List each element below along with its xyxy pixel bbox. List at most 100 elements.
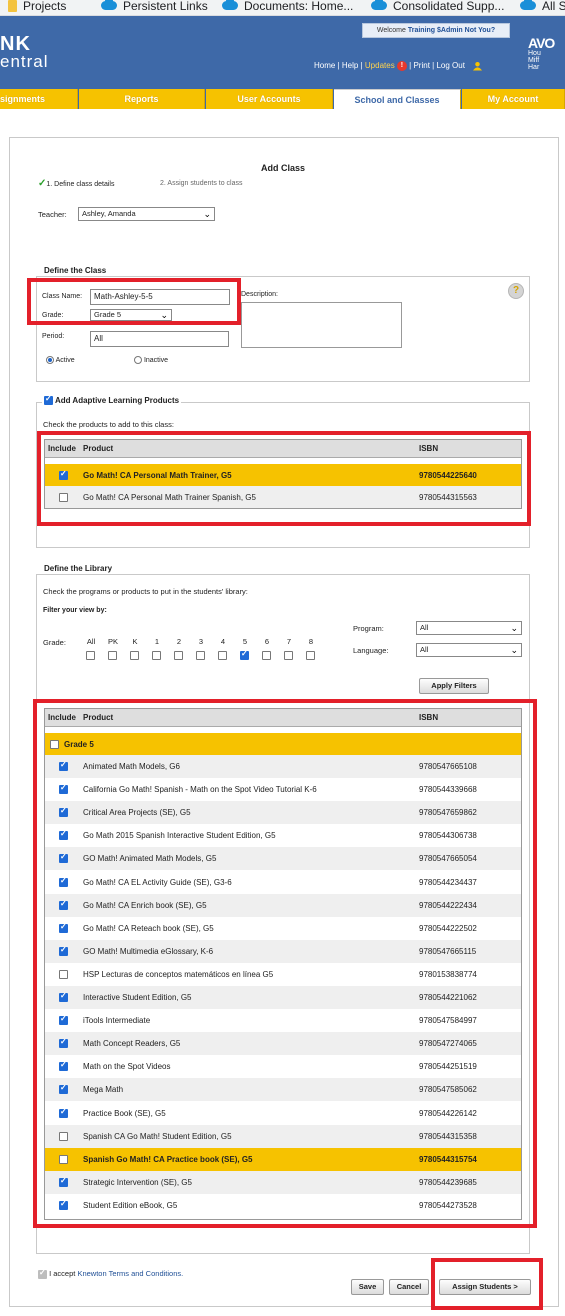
grade-filter-label: 1 bbox=[154, 637, 160, 646]
chevron-down-icon: ⌄ bbox=[510, 645, 518, 655]
publisher-logo: AVO Hou Miff Har bbox=[528, 35, 555, 71]
tab-user-accounts[interactable]: User Accounts bbox=[206, 89, 333, 109]
grade-filter-label: K bbox=[132, 637, 138, 646]
grade-filter-option[interactable]: 1 bbox=[149, 637, 165, 660]
home-link[interactable]: Home bbox=[314, 61, 335, 70]
apply-filters-button[interactable]: Apply Filters bbox=[419, 678, 489, 694]
main-tabs: signments Reports User Accounts School a… bbox=[0, 89, 565, 109]
help-link[interactable]: Help bbox=[342, 61, 358, 70]
highlight-box bbox=[431, 1258, 543, 1310]
highlight-box bbox=[33, 699, 537, 1228]
terms-link[interactable]: Knewton Terms and Conditions. bbox=[77, 1269, 183, 1278]
grade-filter-option[interactable]: 8 bbox=[303, 637, 319, 660]
chevron-down-icon: ⌄ bbox=[510, 623, 518, 633]
grade-checkbox[interactable] bbox=[218, 651, 227, 660]
language-label: Language: bbox=[353, 646, 389, 655]
cancel-button[interactable]: Cancel bbox=[389, 1279, 429, 1295]
teacher-select[interactable]: Ashley, Amanda ⌄ bbox=[78, 207, 215, 221]
grade-filter-option[interactable]: All bbox=[83, 637, 99, 660]
grade-checkbox[interactable] bbox=[108, 651, 117, 660]
bookmarks-bar: Projects Persistent Links Documents: Hom… bbox=[0, 0, 565, 16]
grade-checkbox[interactable] bbox=[174, 651, 183, 660]
not-you-link[interactable]: Not You? bbox=[465, 27, 495, 34]
grade-checkbox[interactable] bbox=[152, 651, 161, 660]
alert-icon: ! bbox=[396, 61, 407, 71]
user-icon[interactable] bbox=[473, 61, 483, 71]
cloud-icon bbox=[222, 0, 238, 10]
cloud-icon bbox=[101, 0, 117, 10]
radio-selected-icon bbox=[46, 356, 54, 364]
bookmark-item[interactable]: Consolidated Supp... bbox=[371, 0, 504, 15]
grade-filter-label: 5 bbox=[242, 637, 248, 646]
adaptive-checkbox[interactable] bbox=[44, 394, 53, 406]
grade-checkbox[interactable] bbox=[284, 651, 293, 660]
tab-my-account[interactable]: My Account bbox=[462, 89, 565, 109]
program-select[interactable]: All ⌄ bbox=[416, 621, 522, 635]
save-button[interactable]: Save bbox=[351, 1279, 384, 1295]
terms-line: I accept Knewton Terms and Conditions. bbox=[38, 1268, 183, 1279]
grade-filter-label: 3 bbox=[198, 637, 204, 646]
language-select[interactable]: All ⌄ bbox=[416, 643, 522, 657]
active-radio[interactable]: Active bbox=[46, 356, 75, 364]
cloud-icon bbox=[371, 0, 387, 10]
grade-filter-label: Grade: bbox=[43, 638, 66, 647]
grade-checkbox[interactable] bbox=[130, 651, 139, 660]
chevron-down-icon: ⌄ bbox=[203, 209, 211, 219]
library-legend: Define the Library bbox=[42, 564, 115, 573]
bookmark-item[interactable]: Persistent Links bbox=[101, 0, 208, 15]
grade-checkbox[interactable] bbox=[240, 649, 249, 660]
welcome-user: Training $Admin bbox=[407, 27, 463, 34]
add-class-panel: Add Class ✓1. Define class details 2. As… bbox=[9, 137, 559, 1310]
grade-checkbox[interactable] bbox=[196, 651, 205, 660]
grade-filter-option[interactable]: 4 bbox=[215, 637, 231, 660]
grade-filter-label: 7 bbox=[286, 637, 292, 646]
tab-assignments[interactable]: signments bbox=[0, 89, 78, 109]
period-input[interactable]: All bbox=[90, 331, 229, 347]
grade-filter-label: 2 bbox=[176, 637, 182, 646]
grade-filter-label: All bbox=[86, 637, 96, 646]
library-instructions: Check the programs or products to put in… bbox=[43, 587, 248, 596]
grade-filter-option[interactable]: 2 bbox=[171, 637, 187, 660]
page-title: Add Class bbox=[261, 163, 306, 173]
grade-filter-option[interactable]: 6 bbox=[259, 637, 275, 660]
period-label: Period: bbox=[42, 333, 65, 340]
description-label: Description: bbox=[241, 291, 278, 298]
logout-link[interactable]: Log Out bbox=[436, 61, 464, 70]
app-header: NK entral Welcome Training $Admin Not Yo… bbox=[0, 16, 565, 91]
grade-filter-option[interactable]: 7 bbox=[281, 637, 297, 660]
highlight-box bbox=[27, 278, 241, 325]
grade-filter-option[interactable]: 5 bbox=[237, 637, 253, 660]
grade-checkbox[interactable] bbox=[86, 651, 95, 660]
teacher-label: Teacher: bbox=[38, 210, 67, 219]
adaptive-instructions: Check the products to add to this class: bbox=[43, 420, 174, 429]
inactive-radio[interactable]: Inactive bbox=[134, 356, 168, 364]
grade-filter-label: PK bbox=[107, 637, 118, 646]
grade-checkbox[interactable] bbox=[262, 651, 271, 660]
tab-reports[interactable]: Reports bbox=[79, 89, 205, 109]
step-1: ✓1. Define class details bbox=[38, 178, 115, 189]
grade-filter-label: 4 bbox=[220, 637, 226, 646]
highlight-box bbox=[37, 431, 531, 526]
app-logo[interactable]: NK entral bbox=[0, 34, 49, 70]
step-2: 2. Assign students to class bbox=[160, 180, 243, 187]
grade-filter-label: 6 bbox=[264, 637, 270, 646]
grade-filter-label: 8 bbox=[308, 637, 314, 646]
adaptive-legend: Add Adaptive Learning Products bbox=[42, 394, 182, 406]
grade-filter-option[interactable]: PK bbox=[105, 637, 121, 660]
grade-filter-option[interactable]: K bbox=[127, 637, 143, 660]
tab-school-and-classes[interactable]: School and Classes bbox=[334, 89, 461, 109]
radio-icon bbox=[134, 356, 142, 364]
grade-checkbox[interactable] bbox=[306, 651, 315, 660]
print-link[interactable]: Print bbox=[413, 61, 429, 70]
terms-checkbox[interactable] bbox=[38, 1268, 47, 1279]
description-textarea[interactable] bbox=[241, 302, 402, 348]
grade-filter-option[interactable]: 3 bbox=[193, 637, 209, 660]
bookmark-item[interactable]: All S bbox=[520, 0, 565, 15]
bookmark-item[interactable]: Documents: Home... bbox=[222, 0, 353, 15]
updates-link[interactable]: Updates bbox=[365, 61, 395, 70]
help-icon[interactable]: ? bbox=[508, 283, 524, 299]
filter-label: Filter your view by: bbox=[43, 607, 107, 614]
define-class-legend: Define the Class bbox=[42, 266, 109, 275]
welcome-banner: Welcome Training $Admin Not You? bbox=[362, 23, 510, 38]
bookmark-item[interactable]: Projects bbox=[8, 0, 66, 15]
